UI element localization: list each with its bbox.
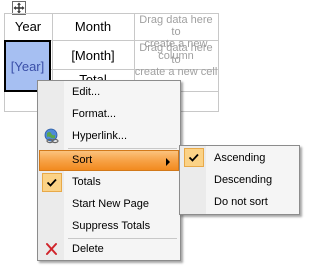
submenu-arrow-icon <box>166 158 170 166</box>
submenu-item-ascending[interactable]: Ascending <box>181 147 298 169</box>
menu-item-delete[interactable]: Delete <box>39 239 179 260</box>
menu-item-sort[interactable]: Sort <box>39 150 179 171</box>
menu-item-label: Hyperlink... <box>72 130 128 142</box>
header-month[interactable]: Month <box>52 19 134 34</box>
drop-cell-hint[interactable]: Drag data here to create a new cell <box>134 42 218 78</box>
check-icon <box>42 173 62 192</box>
drop-column-hint-line: Drag data here to <box>139 14 213 38</box>
menu-item-label: Delete <box>72 243 104 255</box>
year-field-label: [Year] <box>10 59 45 74</box>
submenu-item-label: Do not sort <box>214 196 268 208</box>
menu-item-start-new-page[interactable]: Start New Page <box>39 194 179 215</box>
grid-line <box>218 13 219 112</box>
menu-item-label: Suppress Totals <box>72 220 151 232</box>
submenu-item-label: Ascending <box>214 152 266 164</box>
menu-item-edit[interactable]: Edit... <box>39 82 179 103</box>
menu-item-label: Totals <box>72 176 101 188</box>
menu-item-format[interactable]: Format... <box>39 104 179 125</box>
submenu-item-label: Descending <box>214 174 273 186</box>
menu-item-label: Edit... <box>72 86 101 98</box>
submenu-item-descending[interactable]: Descending <box>181 169 298 191</box>
menu-separator <box>68 148 177 149</box>
menu-item-label: Format... <box>72 108 117 120</box>
globe-link-icon <box>42 127 62 146</box>
drop-cell-hint-line: Drag data here to <box>139 42 213 66</box>
menu-item-totals[interactable]: Totals <box>39 172 179 193</box>
month-field-cell[interactable]: [Month] <box>52 48 134 63</box>
check-icon <box>184 148 204 167</box>
context-menu: Edit... Format... Hyperlink... Sort Tota… <box>37 80 181 261</box>
submenu-item-do-not-sort[interactable]: Do not sort <box>181 191 298 213</box>
menu-item-label: Sort <box>72 154 93 166</box>
sort-submenu: Ascending Descending Do not sort <box>179 145 300 215</box>
drop-cell-hint-line: create a new cell <box>134 66 218 78</box>
red-x-icon <box>42 240 62 259</box>
menu-item-hyperlink[interactable]: Hyperlink... <box>39 126 179 147</box>
header-year[interactable]: Year <box>4 19 52 34</box>
menu-item-suppress-totals[interactable]: Suppress Totals <box>39 216 179 237</box>
menu-item-label: Start New Page <box>72 198 150 210</box>
